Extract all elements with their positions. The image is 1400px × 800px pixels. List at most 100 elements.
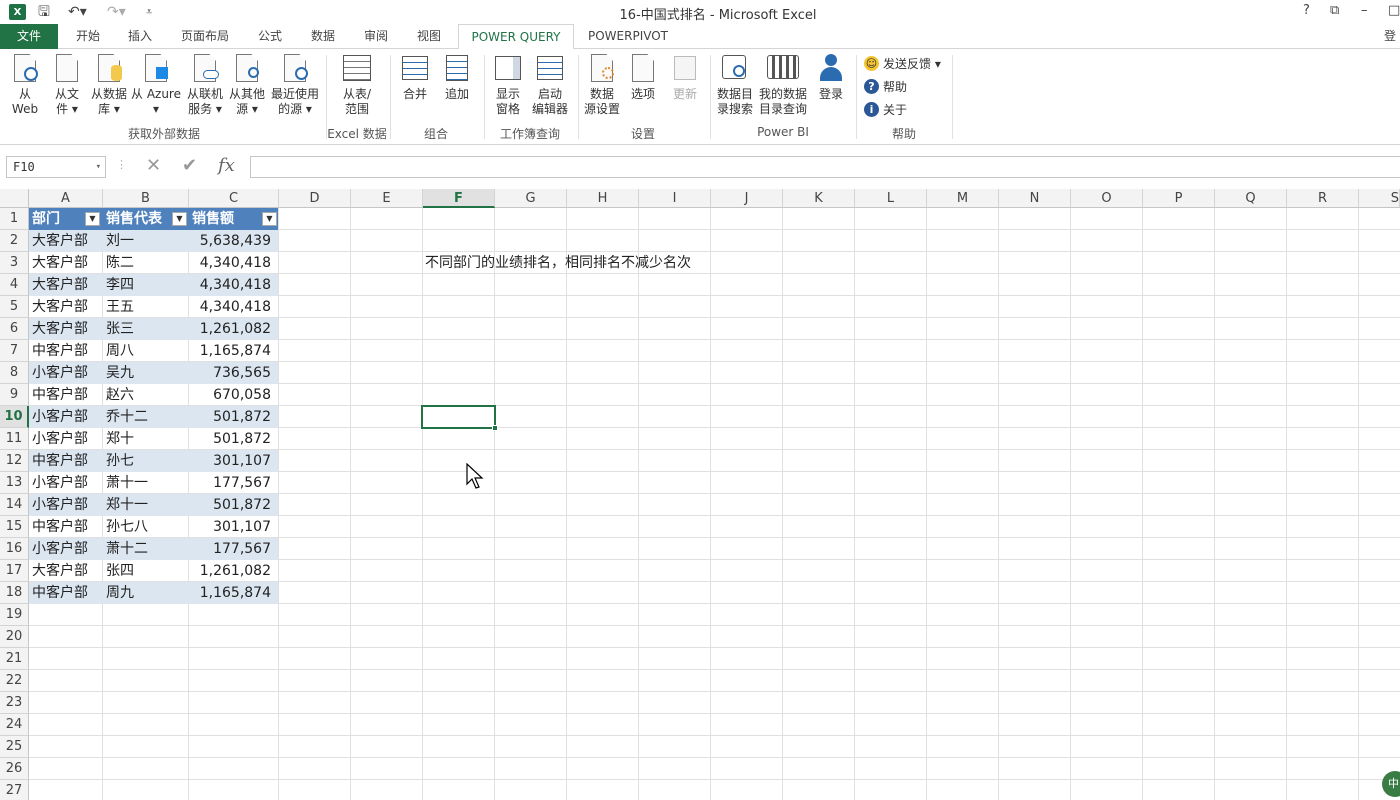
- ribbon-display-icon[interactable]: ⧉: [1330, 3, 1339, 18]
- sales-amount-cell[interactable]: 501,872: [189, 428, 279, 450]
- tab-file[interactable]: 文件: [0, 24, 58, 49]
- department-cell[interactable]: 大客户部: [29, 252, 103, 274]
- send-feedback-button[interactable]: ☺ 发送反馈 ▾: [864, 55, 941, 72]
- department-cell[interactable]: 中客户部: [29, 516, 103, 538]
- row-header-2[interactable]: 2: [0, 230, 29, 252]
- active-cell-selection[interactable]: [421, 405, 498, 431]
- sales-rep-cell[interactable]: 乔十二: [103, 406, 189, 428]
- sales-rep-cell[interactable]: 周九: [103, 582, 189, 604]
- row-header-6[interactable]: 6: [0, 318, 29, 340]
- row-header-1[interactable]: 1: [0, 208, 29, 230]
- row-header-21[interactable]: 21: [0, 648, 29, 670]
- column-header-k[interactable]: K: [783, 189, 855, 208]
- sales-rep-cell[interactable]: 王五: [103, 296, 189, 318]
- column-header-h[interactable]: H: [567, 189, 639, 208]
- sales-amount-cell[interactable]: 301,107: [189, 516, 279, 538]
- sales-amount-cell[interactable]: 1,261,082: [189, 560, 279, 582]
- from-azure-button[interactable]: 从 Azure ▾: [130, 53, 182, 117]
- sales-rep-cell[interactable]: 张三: [103, 318, 189, 340]
- row-header-14[interactable]: 14: [0, 494, 29, 516]
- sales-rep-cell[interactable]: 刘一: [103, 230, 189, 252]
- sales-amount-cell[interactable]: 177,567: [189, 472, 279, 494]
- sales-rep-cell[interactable]: 吴九: [103, 362, 189, 384]
- department-cell[interactable]: 中客户部: [29, 582, 103, 604]
- sales-rep-cell[interactable]: 萧十二: [103, 538, 189, 560]
- from-web-button[interactable]: 从 Web: [6, 53, 44, 117]
- department-cell[interactable]: 大客户部: [29, 274, 103, 296]
- sales-amount-cell[interactable]: 1,165,874: [189, 340, 279, 362]
- sales-amount-cell[interactable]: 4,340,418: [189, 252, 279, 274]
- department-cell[interactable]: 小客户部: [29, 406, 103, 428]
- department-cell[interactable]: 大客户部: [29, 296, 103, 318]
- filter-dropdown-icon[interactable]: ▼: [172, 212, 187, 226]
- sales-amount-cell[interactable]: 670,058: [189, 384, 279, 406]
- sales-amount-cell[interactable]: 501,872: [189, 406, 279, 428]
- row-header-13[interactable]: 13: [0, 472, 29, 494]
- column-header-e[interactable]: E: [351, 189, 423, 208]
- insert-function-icon[interactable]: fx: [218, 155, 235, 176]
- enter-icon[interactable]: ✔: [182, 155, 197, 176]
- row-header-19[interactable]: 19: [0, 604, 29, 626]
- note-text[interactable]: 不同部门的业绩排名，相同排名不减少名次: [425, 252, 691, 274]
- department-cell[interactable]: 小客户部: [29, 538, 103, 560]
- department-cell[interactable]: 小客户部: [29, 362, 103, 384]
- row-header-4[interactable]: 4: [0, 274, 29, 296]
- show-pane-button[interactable]: 显示 窗格: [490, 53, 526, 117]
- sales-rep-cell[interactable]: 李四: [103, 274, 189, 296]
- help-button[interactable]: ? 帮助: [864, 78, 907, 95]
- sales-amount-cell[interactable]: 1,165,874: [189, 582, 279, 604]
- filter-dropdown-icon[interactable]: ▼: [262, 212, 277, 226]
- maximize-button[interactable]: □: [1388, 3, 1400, 18]
- department-cell[interactable]: 中客户部: [29, 340, 103, 362]
- column-header-q[interactable]: Q: [1215, 189, 1287, 208]
- row-header-17[interactable]: 17: [0, 560, 29, 582]
- column-header-p[interactable]: P: [1143, 189, 1215, 208]
- row-header-8[interactable]: 8: [0, 362, 29, 384]
- row-header-25[interactable]: 25: [0, 736, 29, 758]
- row-header-7[interactable]: 7: [0, 340, 29, 362]
- sales-rep-cell[interactable]: 郑十一: [103, 494, 189, 516]
- sales-rep-cell[interactable]: 孙七八: [103, 516, 189, 538]
- column-header-l[interactable]: L: [855, 189, 927, 208]
- sales-amount-cell[interactable]: 4,340,418: [189, 274, 279, 296]
- worksheet-grid[interactable]: A B C D E F G H I J K L M N O P Q R S 12…: [0, 189, 1400, 800]
- recent-sources-button[interactable]: 最近使用 的源 ▾: [268, 53, 322, 117]
- sales-rep-cell[interactable]: 萧十一: [103, 472, 189, 494]
- department-cell[interactable]: 中客户部: [29, 384, 103, 406]
- column-header-d[interactable]: D: [279, 189, 351, 208]
- tab-data[interactable]: 数据: [300, 24, 346, 49]
- sales-amount-cell[interactable]: 1,261,082: [189, 318, 279, 340]
- column-header-c[interactable]: C: [189, 189, 279, 208]
- from-file-button[interactable]: 从文件 ▾: [48, 53, 86, 117]
- row-header-24[interactable]: 24: [0, 714, 29, 736]
- row-header-22[interactable]: 22: [0, 670, 29, 692]
- department-cell[interactable]: 小客户部: [29, 428, 103, 450]
- column-header-f[interactable]: F: [423, 189, 495, 208]
- formula-input[interactable]: [250, 156, 1400, 178]
- tab-review[interactable]: 审阅: [354, 24, 398, 49]
- filter-dropdown-icon[interactable]: ▼: [85, 212, 100, 226]
- append-button[interactable]: 追加: [438, 53, 476, 102]
- from-table-button[interactable]: 从表/范围: [334, 53, 380, 117]
- name-box[interactable]: F10 ▾: [6, 156, 106, 178]
- department-cell[interactable]: 中客户部: [29, 450, 103, 472]
- department-cell[interactable]: 小客户部: [29, 494, 103, 516]
- sales-rep-cell[interactable]: 张四: [103, 560, 189, 582]
- drag-handle-icon[interactable]: ⋮: [116, 158, 127, 171]
- department-cell[interactable]: 大客户部: [29, 560, 103, 582]
- cancel-icon[interactable]: ✕: [146, 155, 161, 176]
- merge-button[interactable]: 合并: [396, 53, 434, 102]
- help-icon[interactable]: ?: [1303, 3, 1310, 18]
- tab-home[interactable]: 开始: [66, 24, 110, 49]
- minimize-button[interactable]: –: [1361, 3, 1368, 18]
- row-header-11[interactable]: 11: [0, 428, 29, 450]
- sales-amount-cell[interactable]: 736,565: [189, 362, 279, 384]
- fill-handle[interactable]: [492, 425, 498, 431]
- column-header-s[interactable]: S: [1359, 189, 1400, 208]
- sign-in-link[interactable]: 登: [1380, 24, 1400, 49]
- data-source-settings-button[interactable]: 数据 源设置: [582, 53, 622, 117]
- sales-amount-cell[interactable]: 177,567: [189, 538, 279, 560]
- sales-rep-cell[interactable]: 陈二: [103, 252, 189, 274]
- department-cell[interactable]: 大客户部: [29, 318, 103, 340]
- row-header-12[interactable]: 12: [0, 450, 29, 472]
